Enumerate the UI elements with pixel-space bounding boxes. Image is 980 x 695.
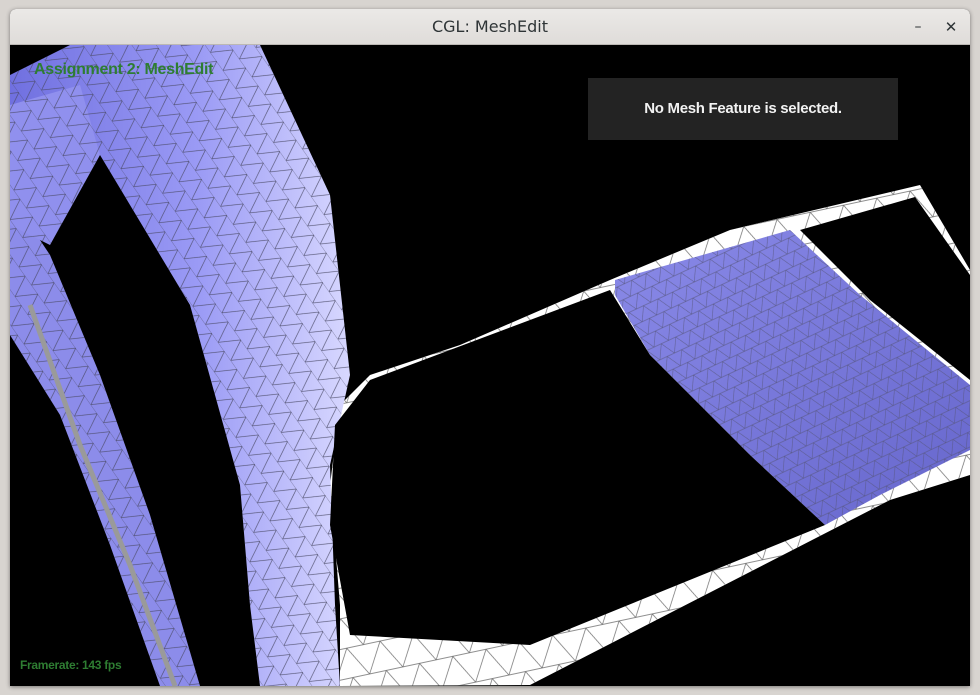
title-bar[interactable]: CGL: MeshEdit – ✕	[10, 9, 970, 45]
minimize-button[interactable]: –	[906, 15, 930, 39]
mesh-viewport[interactable]: Assignment 2: MeshEdit No Mesh Feature i…	[10, 45, 970, 686]
app-title-label: Assignment 2: MeshEdit	[34, 61, 214, 78]
selection-info-panel: No Mesh Feature is selected.	[588, 78, 898, 140]
window-title: CGL: MeshEdit	[431, 17, 549, 36]
framerate-label: Framerate: 143 fps	[20, 658, 122, 672]
mesh-render	[10, 45, 970, 686]
close-button[interactable]: ✕	[939, 15, 963, 39]
app-window: CGL: MeshEdit – ✕ Assignment 2: MeshEdit…	[10, 9, 970, 686]
